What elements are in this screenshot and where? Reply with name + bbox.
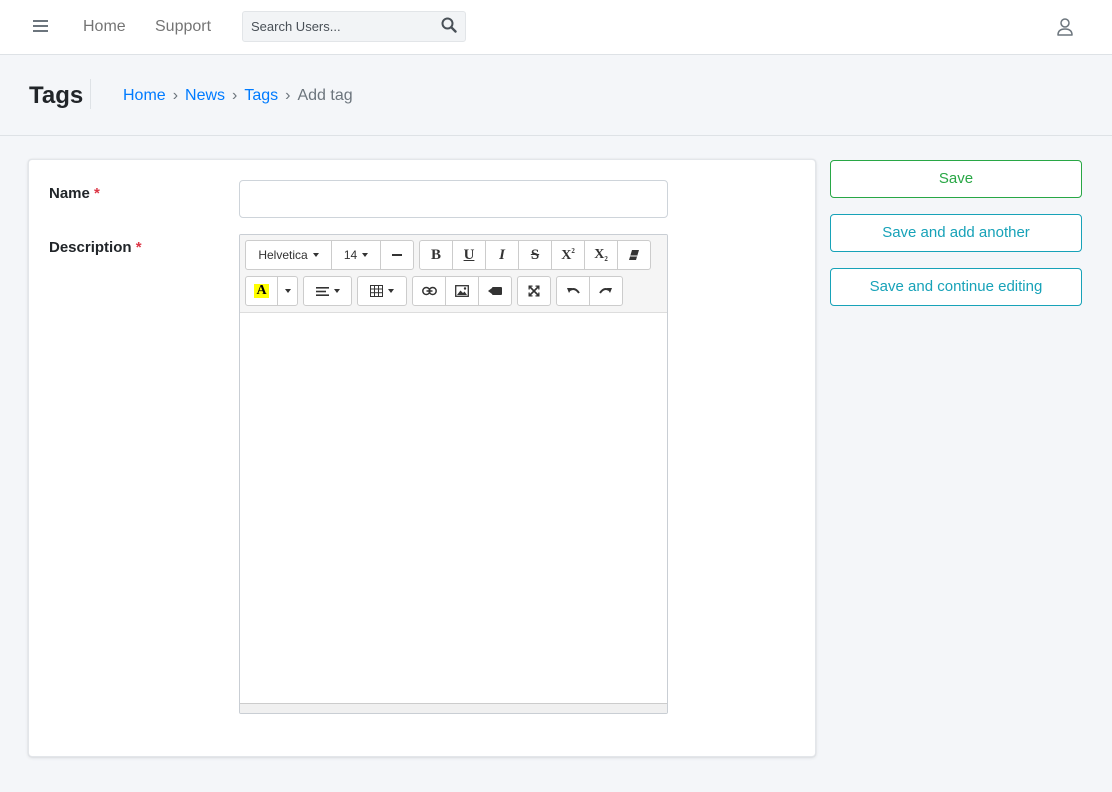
- link-icon: [421, 286, 437, 296]
- nav-support-link[interactable]: Support: [155, 17, 211, 37]
- underline-button[interactable]: U: [452, 240, 486, 270]
- title-divider: [90, 79, 91, 109]
- italic-icon: I: [499, 246, 505, 263]
- search-input[interactable]: [243, 12, 433, 41]
- font-family-dropdown[interactable]: Helvetica: [245, 240, 332, 270]
- save-and-add-another-button[interactable]: Save and add another: [830, 214, 1082, 252]
- undo-button[interactable]: [556, 276, 590, 306]
- font-size-value: 14: [343, 248, 358, 262]
- caret-down-icon: [362, 253, 369, 257]
- content-header: Tags Home › News › Tags › Add tag: [0, 55, 1112, 136]
- page-title: Tags: [29, 82, 84, 109]
- clear-format-button[interactable]: [617, 240, 651, 270]
- breadcrumb-separator: ›: [172, 87, 179, 104]
- style-group: B U I S X2 X2: [419, 240, 651, 270]
- required-mark: *: [135, 239, 142, 256]
- save-and-continue-editing-button[interactable]: Save and continue editing: [830, 268, 1082, 306]
- highlight-color-button[interactable]: A: [245, 276, 278, 306]
- paragraph-group: [303, 276, 352, 306]
- table-dropdown[interactable]: [357, 276, 407, 306]
- description-label-text: Description: [49, 239, 132, 256]
- underline-icon: U: [463, 246, 475, 263]
- eraser-icon: [629, 250, 639, 260]
- insert-video-button[interactable]: [478, 276, 512, 306]
- name-input[interactable]: [239, 180, 668, 218]
- user-icon[interactable]: [1056, 17, 1074, 37]
- view-group: [517, 276, 551, 306]
- breadcrumb-separator: ›: [232, 87, 238, 104]
- superscript-button[interactable]: X2: [551, 240, 585, 270]
- color-dropdown-button[interactable]: [277, 276, 298, 306]
- tag-form-card: Name * Description * Helvetica 14 B U I …: [28, 159, 816, 757]
- bars-icon[interactable]: [33, 17, 55, 37]
- strikethrough-icon: S: [530, 246, 540, 263]
- breadcrumb: Home › News › Tags › Add tag: [123, 86, 353, 106]
- editor-resize-handle[interactable]: [240, 703, 667, 713]
- italic-button[interactable]: I: [485, 240, 519, 270]
- required-mark: *: [94, 185, 100, 202]
- subscript-mark: 2: [604, 255, 608, 263]
- caret-down-icon: [333, 289, 340, 293]
- align-dropdown[interactable]: [303, 276, 352, 306]
- table-icon: [370, 285, 383, 297]
- insert-group: [412, 276, 512, 306]
- superscript-icon: X2: [561, 247, 575, 264]
- minus-icon: [392, 254, 402, 256]
- subscript-button[interactable]: X2: [584, 240, 618, 270]
- redo-button[interactable]: [589, 276, 623, 306]
- search-icon[interactable]: [441, 17, 459, 35]
- breadcrumb-tags[interactable]: Tags: [244, 87, 278, 104]
- breadcrumb-news[interactable]: News: [185, 87, 225, 104]
- subscript-letter: X: [594, 247, 605, 262]
- superscript-letter: X: [561, 247, 572, 263]
- font-size-dropdown[interactable]: 14: [331, 240, 381, 270]
- picture-icon: [455, 285, 469, 297]
- insert-picture-button[interactable]: [445, 276, 479, 306]
- font-group: Helvetica 14: [245, 240, 414, 270]
- subscript-icon: X2: [594, 247, 608, 263]
- undo-icon: [567, 288, 580, 294]
- breadcrumb-separator: ›: [285, 87, 291, 104]
- nav-home-link[interactable]: Home: [83, 17, 126, 37]
- breadcrumb-home[interactable]: Home: [123, 87, 166, 104]
- superscript-mark: 2: [571, 246, 575, 255]
- search-box: [242, 11, 466, 42]
- save-button[interactable]: Save: [830, 160, 1082, 198]
- name-label: Name *: [49, 185, 100, 203]
- bold-icon: B: [430, 246, 441, 263]
- highlight-icon: A: [254, 283, 269, 298]
- description-label: Description *: [49, 239, 142, 257]
- caret-down-icon: [312, 253, 319, 257]
- caret-down-icon: [284, 289, 291, 293]
- table-group: [357, 276, 407, 306]
- video-icon: [488, 287, 502, 295]
- insert-link-button[interactable]: [412, 276, 446, 306]
- horizontal-rule-button[interactable]: [380, 240, 414, 270]
- fullscreen-button[interactable]: [517, 276, 551, 306]
- breadcrumb-current: Add tag: [297, 87, 353, 104]
- expand-icon: [528, 285, 540, 297]
- caret-down-icon: [388, 289, 394, 293]
- editor-toolbar: Helvetica 14 B U I S X2 X2 A: [240, 235, 667, 313]
- color-group: A: [245, 276, 298, 306]
- align-left-icon: [315, 286, 329, 296]
- rich-text-editor: Helvetica 14 B U I S X2 X2 A: [239, 234, 668, 714]
- font-family-value: Helvetica: [258, 248, 308, 262]
- redo-icon: [599, 288, 612, 294]
- name-label-text: Name: [49, 185, 90, 202]
- top-navbar: Home Support: [0, 0, 1112, 55]
- bold-button[interactable]: B: [419, 240, 453, 270]
- editor-content-area[interactable]: [240, 313, 667, 704]
- strikethrough-button[interactable]: S: [518, 240, 552, 270]
- history-group: [556, 276, 623, 306]
